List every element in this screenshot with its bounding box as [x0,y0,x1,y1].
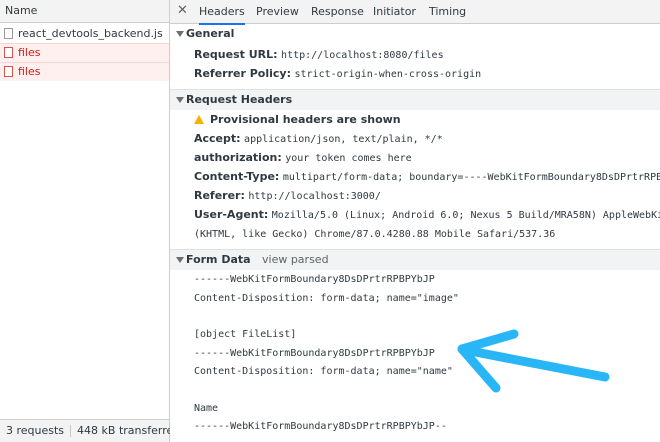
tab-response[interactable]: Response [311,0,364,23]
header-value: multipart/form-data; boundary=----WebKit… [282,172,660,183]
header-key: Content-Type: [194,170,280,183]
content-type-row: Content-Type: multipart/form-data; bound… [194,168,660,186]
tab-timing[interactable]: Timing [429,0,466,23]
header-value: http://localhost:8080/files [281,50,444,61]
request-item-label: files [18,65,41,78]
collapse-triangle-icon [176,31,184,37]
section-title: Form Data [186,253,251,266]
transferred-size: 448 kB transferred [77,424,181,437]
form-data-line: [object FileList] [194,329,297,340]
form-data-line: Content-Disposition: form-data; name="im… [194,293,459,304]
header-value: http://localhost:3000/ [248,191,381,202]
accept-row: Accept: application/json, text/plain, */… [194,130,443,148]
warning-text: Provisional headers are shown [210,113,401,126]
request-url-row: Request URL: http://localhost:8080/files [194,46,444,64]
status-bar: 3 requests 448 kB transferred [0,419,180,442]
request-item-react-devtools[interactable]: react_devtools_backend.js [0,25,169,43]
request-item-label: react_devtools_backend.js [18,27,163,40]
form-data-line: ------WebKitFormBoundary8DsDPrtrRPBPYbJP… [194,421,447,432]
tab-preview[interactable]: Preview [256,0,299,23]
referrer-policy-row: Referrer Policy: strict-origin-when-cros… [194,65,481,83]
authorization-row: authorization: your token comes here [194,149,412,167]
header-key: Request URL: [194,48,278,61]
section-title: Request Headers [186,93,293,106]
user-agent-continued-row: (KHTML, like Gecko) Chrome/87.0.4280.88 … [194,225,555,243]
close-icon[interactable]: ✕ [177,3,188,18]
form-data-line: Content-Disposition: form-data; name="na… [194,366,453,377]
request-item-files-1[interactable]: files [0,43,169,62]
request-item-label: files [18,46,41,59]
file-icon [4,28,13,39]
tab-headers[interactable]: Headers [199,0,245,25]
detail-tabbar: ✕ Headers Preview Response Initiator Tim… [170,0,660,25]
form-data-line: ------WebKitFormBoundary8DsDPrtrRPBPYbJP [194,348,435,359]
header-key: Referer: [194,189,245,202]
section-title: General [186,27,235,40]
request-item-files-2[interactable]: files [0,62,169,81]
user-agent-row: User-Agent: Mozilla/5.0 (Linux; Android … [194,206,660,224]
header-value: your token comes here [285,153,412,164]
referer-row: Referer: http://localhost:3000/ [194,187,381,205]
request-list-panel: Name react_devtools_backend.js files fil… [0,0,180,442]
header-key: authorization: [194,151,282,164]
collapse-triangle-icon [176,97,184,103]
header-value: application/json, text/plain, */* [244,134,443,145]
form-data-section-header[interactable]: Form Data view parsed [170,249,660,270]
form-data-line: ------WebKitFormBoundary8DsDPrtrRPBPYbJP [194,274,435,285]
collapse-triangle-icon [176,257,184,263]
request-count: 3 requests [6,424,65,437]
header-key: Referrer Policy: [194,67,291,80]
warning-icon [194,115,204,124]
header-value: (KHTML, like Gecko) Chrome/87.0.4280.88 … [194,229,556,240]
view-parsed-link[interactable]: view parsed [262,250,329,270]
general-section-header[interactable]: General [170,24,660,44]
header-value: Mozilla/5.0 (Linux; Android 6.0; Nexus 5… [271,210,660,221]
name-column-header[interactable]: Name [0,0,169,23]
file-icon [4,47,13,58]
header-key: User-Agent: [194,208,269,221]
header-value: strict-origin-when-cross-origin [294,69,482,80]
request-headers-section-header[interactable]: Request Headers [170,89,660,110]
tab-initiator[interactable]: Initiator [373,0,416,23]
arrow-annotation-icon [457,329,610,393]
provisional-warning-row: Provisional headers are shown [194,111,401,129]
file-icon [4,66,13,77]
header-key: Accept: [194,132,241,145]
arrow-head-upper [457,329,519,354]
form-data-line: Name [194,403,219,414]
status-divider [70,425,72,437]
